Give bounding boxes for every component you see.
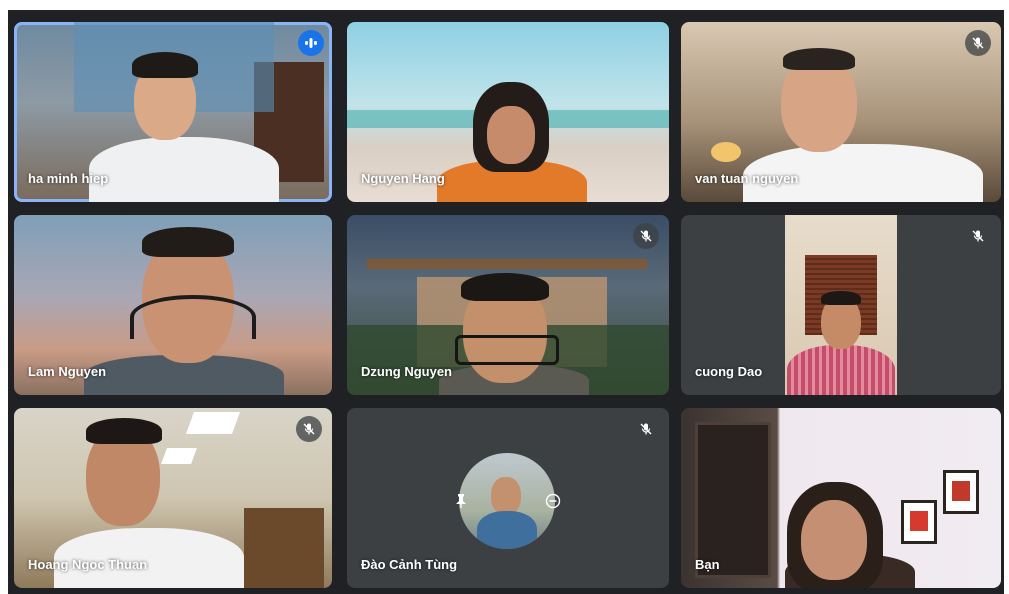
participant-tile-van-tuan-nguyen[interactable]: van tuan nguyen: [681, 22, 1001, 202]
pin-icon[interactable]: [451, 491, 471, 511]
participant-name: Bạn: [695, 557, 720, 572]
participant-name: Dzung Nguyen: [361, 364, 452, 379]
background-door: [244, 508, 324, 588]
person-face: [487, 106, 535, 164]
person-body: [89, 137, 279, 202]
person-hair: [461, 273, 549, 301]
participant-name: ha minh hiep: [28, 171, 109, 186]
participant-tile-self[interactable]: Bạn: [681, 408, 1001, 588]
audio-level-icon: [298, 30, 324, 56]
background-lamp: [711, 142, 741, 162]
participant-name: van tuan nguyen: [695, 171, 799, 186]
participant-tile-dao-canh-tung[interactable]: Đào Cảnh Tùng: [347, 408, 669, 588]
mic-off-icon: [296, 416, 322, 442]
screenshot-frame: ha minh hiep Nguyen Hang van tuan nguyen: [0, 0, 1009, 594]
participant-tile-hoang-ngoc-thuan[interactable]: Hoang Ngoc Thuan: [14, 408, 332, 588]
avatar-body: [477, 511, 537, 549]
participant-tile-lam-nguyen[interactable]: Lam Nguyen: [14, 215, 332, 395]
avatar: [459, 453, 555, 549]
headset: [130, 295, 256, 339]
ceiling-light: [185, 412, 241, 434]
background-window: [695, 422, 771, 578]
person-hair: [783, 48, 855, 70]
mic-off-icon: [965, 30, 991, 56]
avatar-head: [491, 477, 521, 515]
mic-off-icon: [633, 223, 659, 249]
participant-tile-cuong-dao[interactable]: cuong Dao: [681, 215, 1001, 395]
participant-tile-dzung-nguyen[interactable]: Dzung Nguyen: [347, 215, 669, 395]
remove-icon[interactable]: [543, 491, 563, 511]
mic-off-icon: [965, 223, 991, 249]
participant-name: Nguyen Hang: [361, 171, 445, 186]
ceiling-light: [161, 448, 197, 464]
person-hair: [821, 291, 861, 305]
participant-tile-nguyen-hang[interactable]: Nguyen Hang: [347, 22, 669, 202]
person-hair: [142, 227, 234, 257]
person-hair: [132, 52, 198, 78]
background-pergola: [367, 259, 647, 269]
glasses: [455, 335, 559, 365]
video-feed: [785, 215, 897, 395]
participant-name: cuong Dao: [695, 364, 763, 379]
participant-name: Đào Cảnh Tùng: [361, 557, 458, 572]
person-body: [787, 345, 895, 395]
participant-grid: ha minh hiep Nguyen Hang van tuan nguyen: [8, 10, 1004, 594]
person-head: [801, 500, 867, 580]
wall-picture: [943, 470, 979, 514]
participant-name: Lam Nguyen: [28, 364, 107, 379]
participant-name: Hoang Ngoc Thuan: [28, 557, 148, 572]
wall-picture: [901, 500, 937, 544]
mic-off-icon: [633, 416, 659, 442]
participant-tile-ha-minh-hiep[interactable]: ha minh hiep: [14, 22, 332, 202]
video-feed: [681, 408, 1001, 588]
person-hair: [86, 418, 162, 444]
